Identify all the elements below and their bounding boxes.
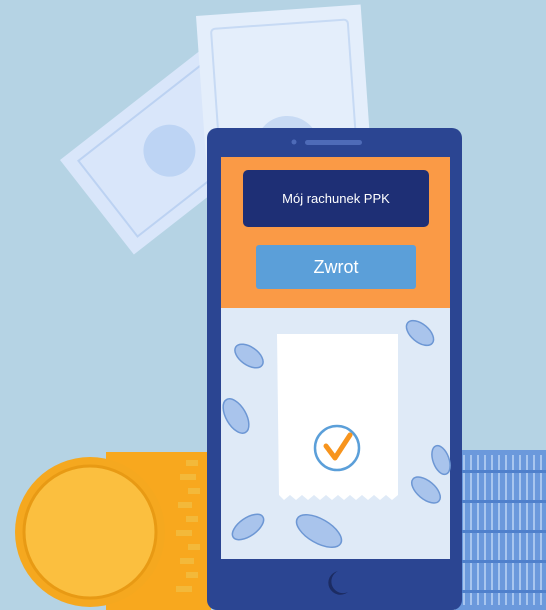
my-ppk-account-button[interactable]: Mój rachunek PPK: [243, 170, 429, 227]
my-ppk-account-label: Mój rachunek PPK: [282, 191, 390, 206]
phone-screen: Mój rachunek PPK Zwrot: [0, 0, 546, 610]
refund-label: Zwrot: [313, 256, 359, 277]
refund-button[interactable]: Zwrot: [256, 245, 416, 289]
